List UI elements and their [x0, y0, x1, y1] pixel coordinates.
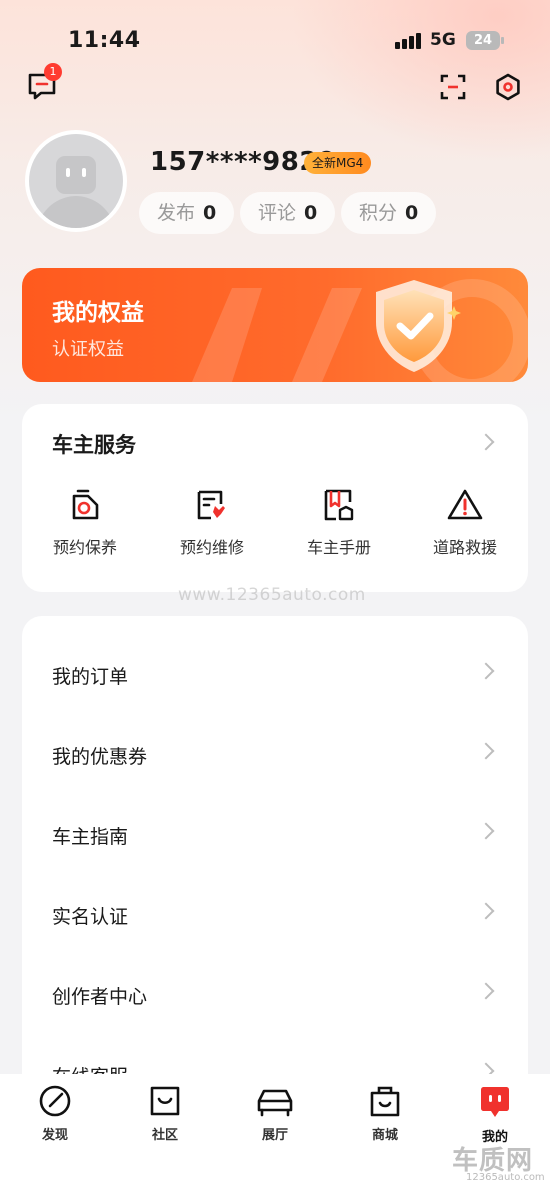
chevron-right-icon[interactable] — [477, 433, 495, 451]
battery-level: 24 — [473, 33, 493, 48]
maintenance-icon — [72, 489, 99, 520]
menu-item-label: 我的优惠券 — [52, 746, 148, 768]
service-label: 道路救援 — [432, 538, 497, 557]
tab-label: 展厅 — [261, 1128, 288, 1143]
menu-creator-center[interactable]: 创作者中心 — [22, 946, 528, 1026]
site-watermark: www.12365auto.com — [178, 585, 366, 605]
brand-watermark-url: 12365auto.com — [466, 1172, 545, 1183]
stat-label: 积分 — [359, 202, 398, 224]
tab-label: 社区 — [151, 1128, 178, 1143]
rights-title: 我的权益 — [52, 300, 144, 326]
stat-posts[interactable]: 发布 0 — [139, 192, 235, 234]
stat-value: 0 — [304, 202, 318, 224]
chevron-right-icon — [477, 742, 495, 760]
chevron-right-icon — [477, 902, 495, 920]
car-model-badge: 全新MG4 — [304, 152, 372, 174]
rescue-icon — [447, 489, 483, 520]
battery-icon: 24 — [466, 31, 504, 50]
manual-icon — [324, 489, 354, 521]
menu-item-label: 实名认证 — [52, 906, 129, 928]
stat-comments[interactable]: 评论 0 — [240, 192, 336, 234]
banner-decoration — [192, 279, 528, 382]
discover-icon — [39, 1085, 71, 1117]
stat-label: 评论 — [258, 202, 297, 224]
tab-showroom[interactable]: 展厅 — [230, 1084, 320, 1143]
mall-icon — [370, 1086, 400, 1117]
service-label: 车主手册 — [306, 538, 371, 557]
stat-value: 0 — [405, 202, 419, 224]
signal-icon — [395, 33, 423, 49]
stat-label: 发布 — [157, 202, 196, 224]
service-rescue[interactable]: 道路救援 — [405, 488, 525, 558]
avatar[interactable] — [25, 130, 127, 232]
showroom-icon — [257, 1089, 293, 1117]
tab-discover[interactable]: 发现 — [10, 1084, 100, 1143]
message-badge: 1 — [44, 63, 62, 81]
tab-community[interactable]: 社区 — [120, 1084, 210, 1143]
chevron-right-icon — [477, 822, 495, 840]
service-label: 预约维修 — [179, 538, 244, 557]
community-icon — [150, 1086, 180, 1116]
service-label: 预约保养 — [52, 538, 117, 557]
menu-coupons[interactable]: 我的优惠券 — [22, 706, 528, 786]
chevron-right-icon — [477, 982, 495, 1000]
menu-list-card: 我的订单 我的优惠券 车主指南 实名认证 创作者中心 在线客服 — [22, 616, 528, 1116]
tab-mall[interactable]: 商城 — [340, 1084, 430, 1143]
menu-item-label: 创作者中心 — [52, 986, 148, 1008]
rights-subtitle: 认证权益 — [52, 339, 124, 360]
rights-banner[interactable]: 我的权益 认证权益 — [22, 268, 528, 382]
service-repair[interactable]: 预约维修 — [152, 488, 272, 558]
services-title: 车主服务 — [52, 433, 136, 457]
repair-icon — [197, 490, 225, 520]
profile-icon — [481, 1087, 509, 1117]
menu-orders[interactable]: 我的订单 — [22, 626, 528, 706]
scan-icon[interactable] — [440, 74, 466, 100]
status-time: 11:44 — [68, 28, 141, 53]
chevron-right-icon — [477, 662, 495, 680]
menu-item-label: 车主指南 — [52, 826, 129, 848]
tab-profile[interactable]: 我的 — [450, 1084, 540, 1145]
menu-verification[interactable]: 实名认证 — [22, 866, 528, 946]
stat-value: 0 — [203, 202, 217, 224]
menu-owner-guide[interactable]: 车主指南 — [22, 786, 528, 866]
network-type: 5G — [430, 30, 456, 50]
service-maintenance[interactable]: 预约保养 — [25, 488, 145, 558]
settings-icon[interactable] — [494, 73, 522, 101]
shield-check-icon — [362, 276, 466, 376]
service-manual[interactable]: 车主手册 — [279, 488, 399, 558]
status-bar: 11:44 5G 24 — [0, 0, 550, 80]
tab-label: 发现 — [41, 1128, 68, 1143]
tab-label: 商城 — [371, 1128, 398, 1143]
stat-points[interactable]: 积分 0 — [341, 192, 437, 234]
menu-item-label: 我的订单 — [52, 666, 129, 688]
owner-services-card: 车主服务 预约保养 预约维修 车主手册 道路救援 — [22, 404, 528, 592]
